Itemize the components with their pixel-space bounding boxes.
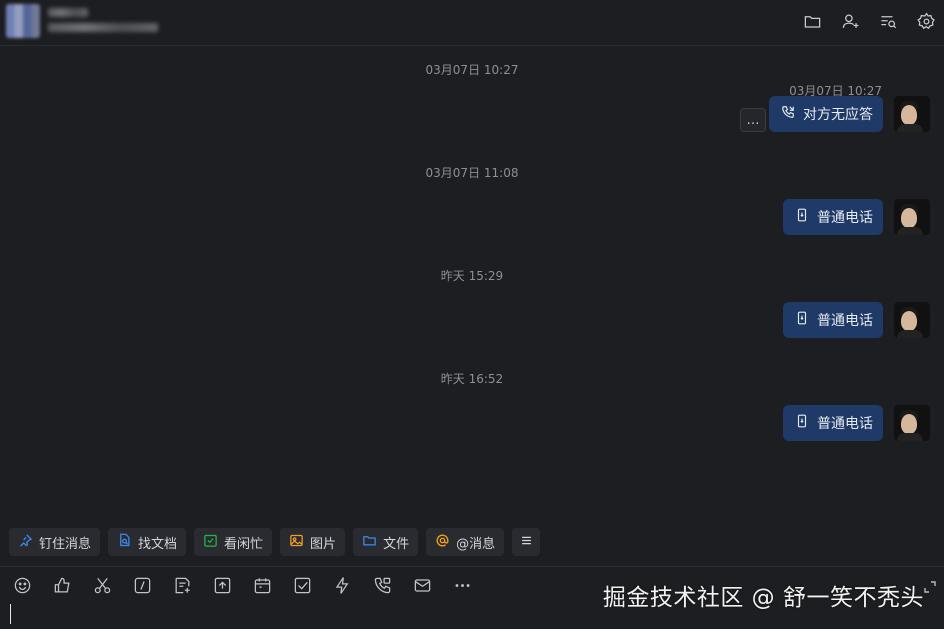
folder-icon xyxy=(362,533,377,552)
find-doc-chip[interactable]: 找文档 xyxy=(108,528,187,556)
header-actions xyxy=(802,10,936,32)
call-type-label: 普通电话 xyxy=(817,210,873,226)
chat-window: 03月07日 10:27 03月07日 10:27 … 对方无应答 03月07日… xyxy=(0,0,944,629)
more-chips-button[interactable] xyxy=(512,528,541,556)
avatar[interactable] xyxy=(894,96,930,132)
avatar[interactable] xyxy=(894,302,930,338)
lightning-icon[interactable] xyxy=(332,575,352,595)
timestamp-separator: 03月07日 10:27 xyxy=(425,63,519,77)
call-bubble[interactable]: 普通电话 xyxy=(783,302,883,338)
chip-label: 看闲忙 xyxy=(224,536,264,552)
pin-icon xyxy=(18,533,33,552)
message-more-button[interactable]: … xyxy=(740,108,766,132)
text-caret xyxy=(10,604,11,624)
chip-label: 钉住消息 xyxy=(39,536,92,552)
mobile-phone-icon xyxy=(795,311,809,329)
expand-icon[interactable] xyxy=(924,578,936,593)
task-check-icon[interactable] xyxy=(292,575,312,595)
phone-icon xyxy=(781,105,795,123)
chip-label: 文件 xyxy=(383,536,410,552)
more-icon[interactable] xyxy=(452,575,472,595)
doc-search-icon xyxy=(117,533,132,552)
avatar[interactable] xyxy=(894,405,930,441)
note-add-icon[interactable] xyxy=(172,575,192,595)
menu-icon xyxy=(519,533,534,552)
call-bubble[interactable]: 对方无应答 xyxy=(769,96,883,132)
folder-icon[interactable] xyxy=(802,10,822,32)
scissors-icon[interactable] xyxy=(92,575,112,595)
upload-icon[interactable] xyxy=(212,575,232,595)
call-icon[interactable] xyxy=(372,575,392,595)
composer-toolbar xyxy=(12,575,472,595)
mobile-phone-icon xyxy=(795,414,809,432)
slash-command-icon[interactable] xyxy=(132,575,152,595)
emoji-icon[interactable] xyxy=(12,575,32,595)
at-icon xyxy=(435,533,450,552)
message-input[interactable] xyxy=(0,598,944,629)
call-bubble[interactable]: 普通电话 xyxy=(783,405,883,441)
timestamp-separator: 03月07日 11:08 xyxy=(425,166,519,180)
image-chip[interactable]: 图片 xyxy=(280,528,346,556)
pin-message-chip[interactable]: 钉住消息 xyxy=(9,528,101,556)
mobile-phone-icon xyxy=(795,208,809,226)
chat-header xyxy=(0,0,944,46)
contact-avatar[interactable] xyxy=(6,4,40,38)
settings-icon[interactable] xyxy=(916,10,936,32)
call-type-label: 普通电话 xyxy=(817,416,873,432)
search-history-icon[interactable] xyxy=(878,10,898,32)
add-member-icon[interactable] xyxy=(840,10,860,32)
thumbs-up-icon[interactable] xyxy=(52,575,72,595)
contact-name-redacted xyxy=(48,8,168,38)
quick-actions: 钉住消息 找文档 看闲忙 图片 文件 @消息 xyxy=(9,528,541,556)
call-type-label: 普通电话 xyxy=(817,313,873,329)
composer-divider xyxy=(0,566,944,567)
chip-label: @消息 xyxy=(456,536,496,552)
timestamp-separator: 昨天 16:52 xyxy=(440,372,504,386)
image-icon xyxy=(289,533,304,552)
chip-label: 找文档 xyxy=(138,536,178,552)
avatar[interactable] xyxy=(894,199,930,235)
calendar-icon[interactable] xyxy=(252,575,272,595)
free-busy-chip[interactable]: 看闲忙 xyxy=(194,528,273,556)
call-bubble[interactable]: 普通电话 xyxy=(783,199,883,235)
chip-label: 图片 xyxy=(310,536,337,552)
mention-chip[interactable]: @消息 xyxy=(426,528,505,556)
call-status-label: 对方无应答 xyxy=(803,107,873,123)
timestamp-separator: 昨天 15:29 xyxy=(440,269,504,283)
mail-icon[interactable] xyxy=(412,575,432,595)
file-chip[interactable]: 文件 xyxy=(353,528,419,556)
calendar-check-icon xyxy=(203,533,218,552)
